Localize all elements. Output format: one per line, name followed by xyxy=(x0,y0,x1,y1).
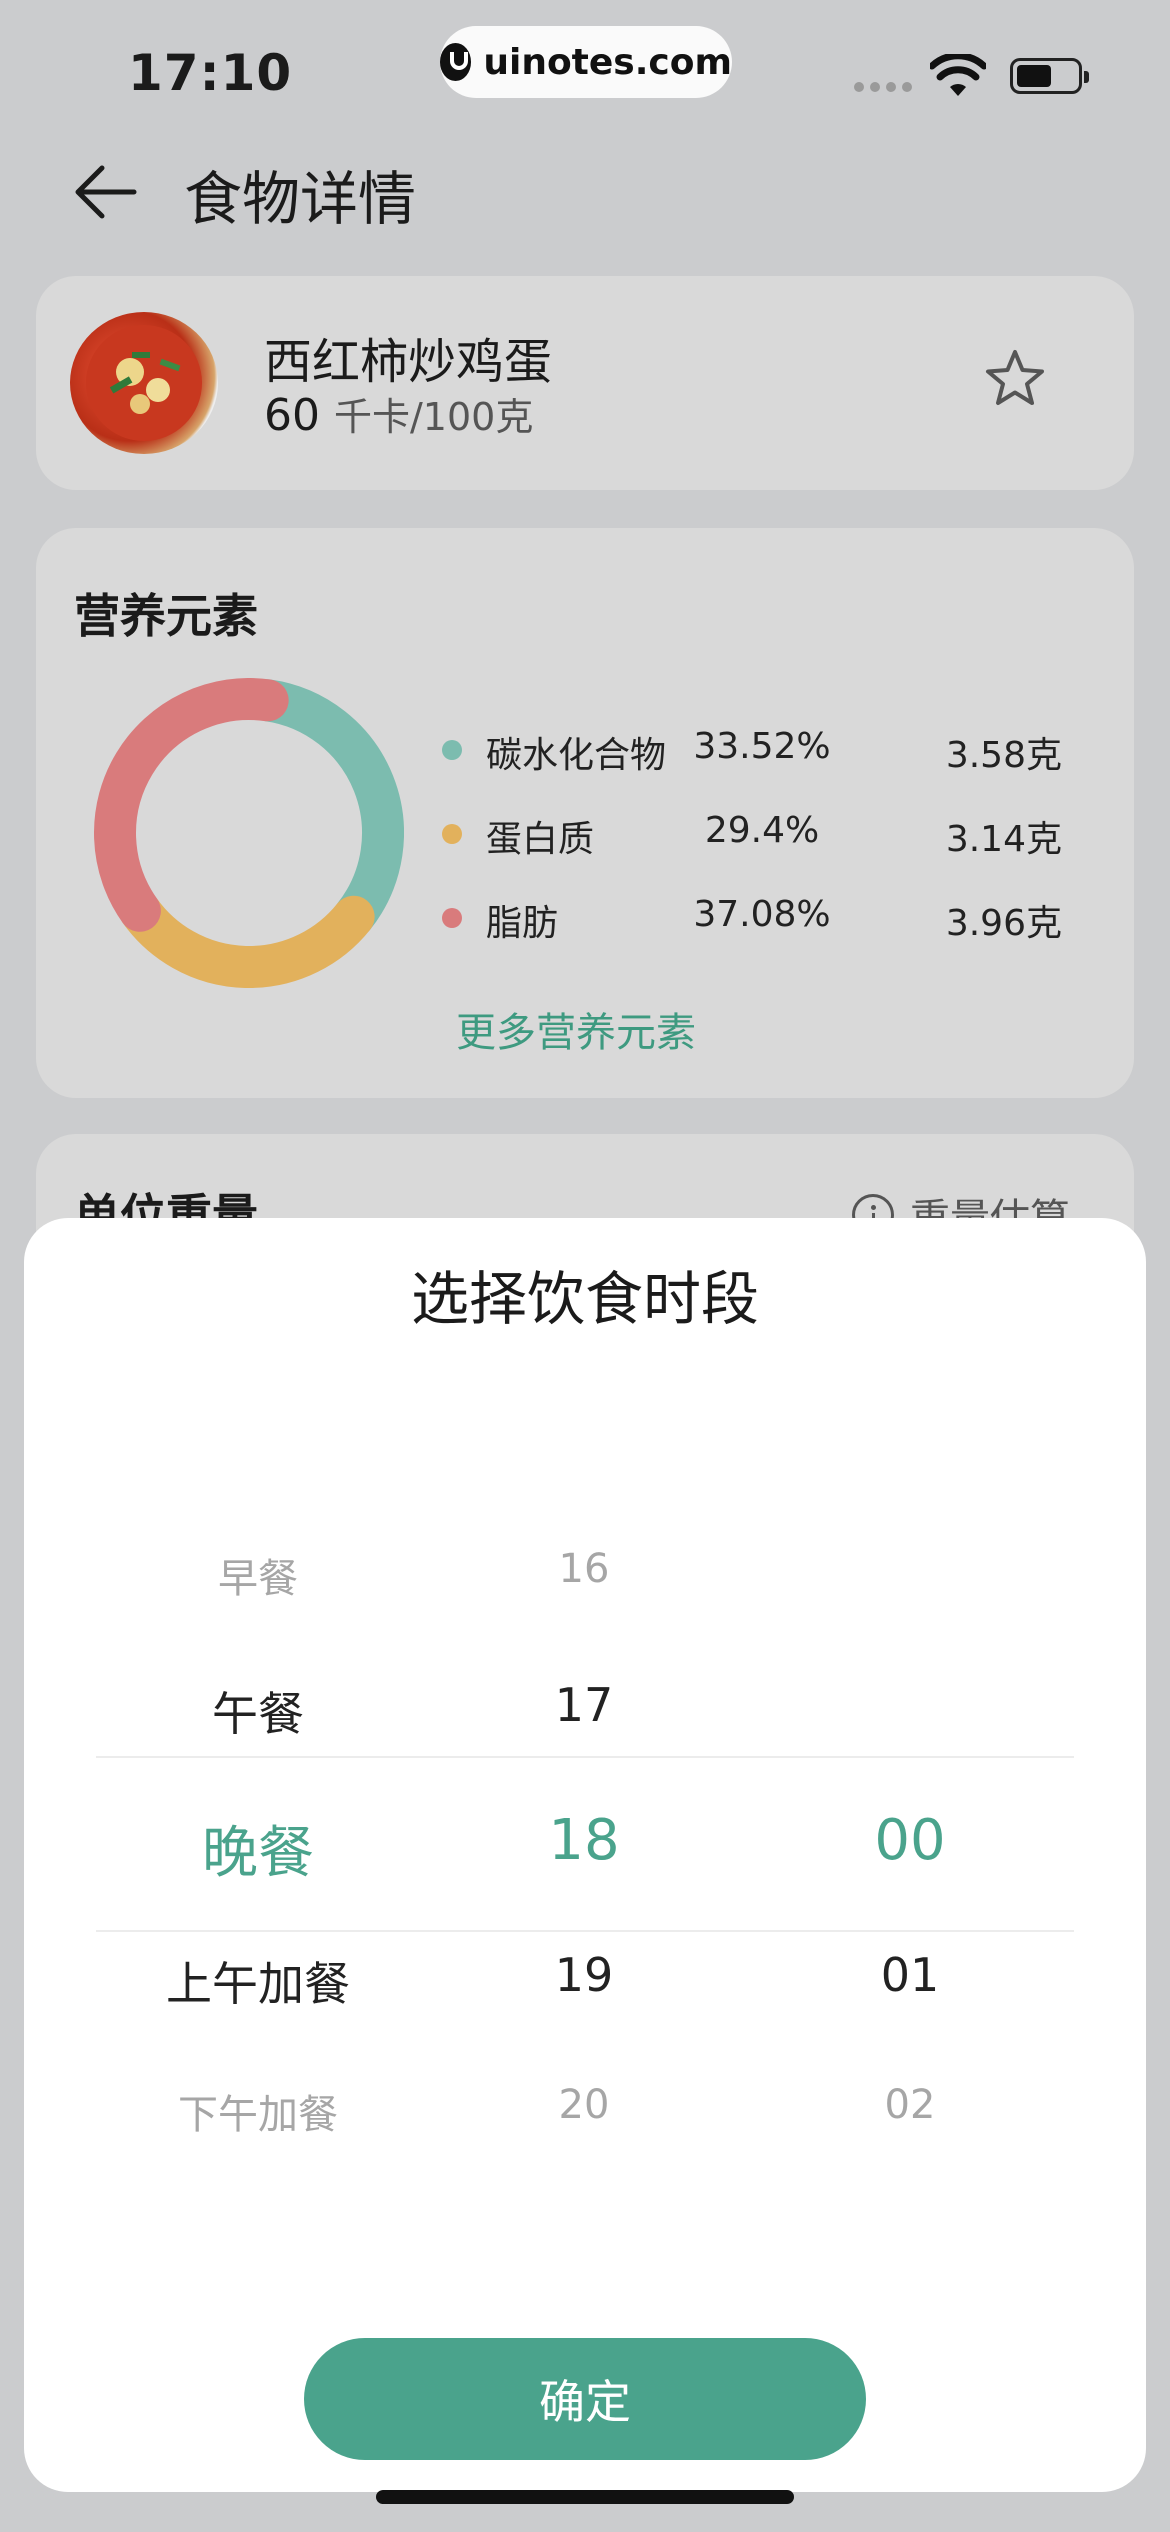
calories-value: 60 xyxy=(264,390,320,441)
food-image xyxy=(70,312,218,454)
nutrient-grams: 3.58克 xyxy=(945,735,1062,776)
nutrient-grams: 3.96克 xyxy=(945,903,1062,944)
back-arrow-icon[interactable] xyxy=(70,160,142,224)
signal-icon xyxy=(854,82,914,92)
hour-option[interactable]: 20 xyxy=(434,2082,734,2128)
food-name: 西红柿炒鸡蛋 xyxy=(264,334,553,390)
nutrient-row-carbs: 碳水化合物 33.52% 3.58克 xyxy=(442,718,1062,778)
nutrient-percent: 33.52% xyxy=(693,726,831,767)
donut-segment-2 xyxy=(94,678,289,932)
nutrition-title: 营养元素 xyxy=(74,589,258,643)
nutrient-name: 蛋白质 xyxy=(486,819,595,860)
home-indicator[interactable] xyxy=(376,2490,794,2504)
hour-option[interactable]: 17 xyxy=(434,1678,734,1732)
nutrition-donut-chart xyxy=(94,678,404,988)
minute-option[interactable]: 01 xyxy=(760,1948,1060,2002)
meal-option[interactable]: 早餐 xyxy=(108,1546,408,1604)
meal-option[interactable]: 午餐 xyxy=(108,1678,408,1744)
nutrient-name: 碳水化合物 xyxy=(486,735,667,776)
confirm-button[interactable]: 确定 xyxy=(304,2338,866,2460)
battery-icon xyxy=(1010,58,1089,94)
more-nutrition-link[interactable]: 更多营养元素 xyxy=(456,1000,696,1058)
hour-option[interactable]: 16 xyxy=(434,1546,734,1592)
site-label: uinotes.com xyxy=(483,41,732,83)
site-badge: uinotes.com xyxy=(440,26,732,98)
status-time: 17:10 xyxy=(128,44,293,102)
star-icon[interactable] xyxy=(982,346,1048,412)
legend-dot xyxy=(442,740,462,760)
meal-option[interactable]: 下午加餐 xyxy=(108,2082,408,2140)
donut-segment-0 xyxy=(246,679,404,938)
uinotes-logo-icon xyxy=(440,43,472,81)
minute-option[interactable]: 02 xyxy=(760,2082,1060,2128)
picker-divider xyxy=(96,1930,1074,1932)
page-title: 食物详情 xyxy=(184,165,417,233)
meal-option[interactable]: 上午加餐 xyxy=(108,1948,408,2014)
donut-segment-1 xyxy=(118,889,375,988)
legend-dot xyxy=(442,824,462,844)
nutrient-grams: 3.14克 xyxy=(945,819,1062,860)
calories-unit: 千卡/100克 xyxy=(334,395,534,439)
nutrient-name: 脂肪 xyxy=(486,903,559,944)
minute-option-selected[interactable]: 00 xyxy=(760,1808,1060,1873)
wifi-icon xyxy=(930,54,986,96)
sheet-title: 选择饮食时段 xyxy=(410,1265,759,1333)
nutrient-percent: 29.4% xyxy=(704,810,820,851)
nutrient-row-fat: 脂肪 37.08% 3.96克 xyxy=(442,886,1062,946)
nutrient-row-protein: 蛋白质 29.4% 3.14克 xyxy=(442,802,1062,862)
food-calories: 60 千卡/100克 xyxy=(264,386,533,441)
nutrient-percent: 37.08% xyxy=(693,894,831,935)
hour-option-selected[interactable]: 18 xyxy=(434,1808,734,1873)
hour-option[interactable]: 19 xyxy=(434,1948,734,2002)
picker-divider xyxy=(96,1756,1074,1758)
legend-dot xyxy=(442,908,462,928)
meal-option-selected[interactable]: 晚餐 xyxy=(108,1808,408,1889)
